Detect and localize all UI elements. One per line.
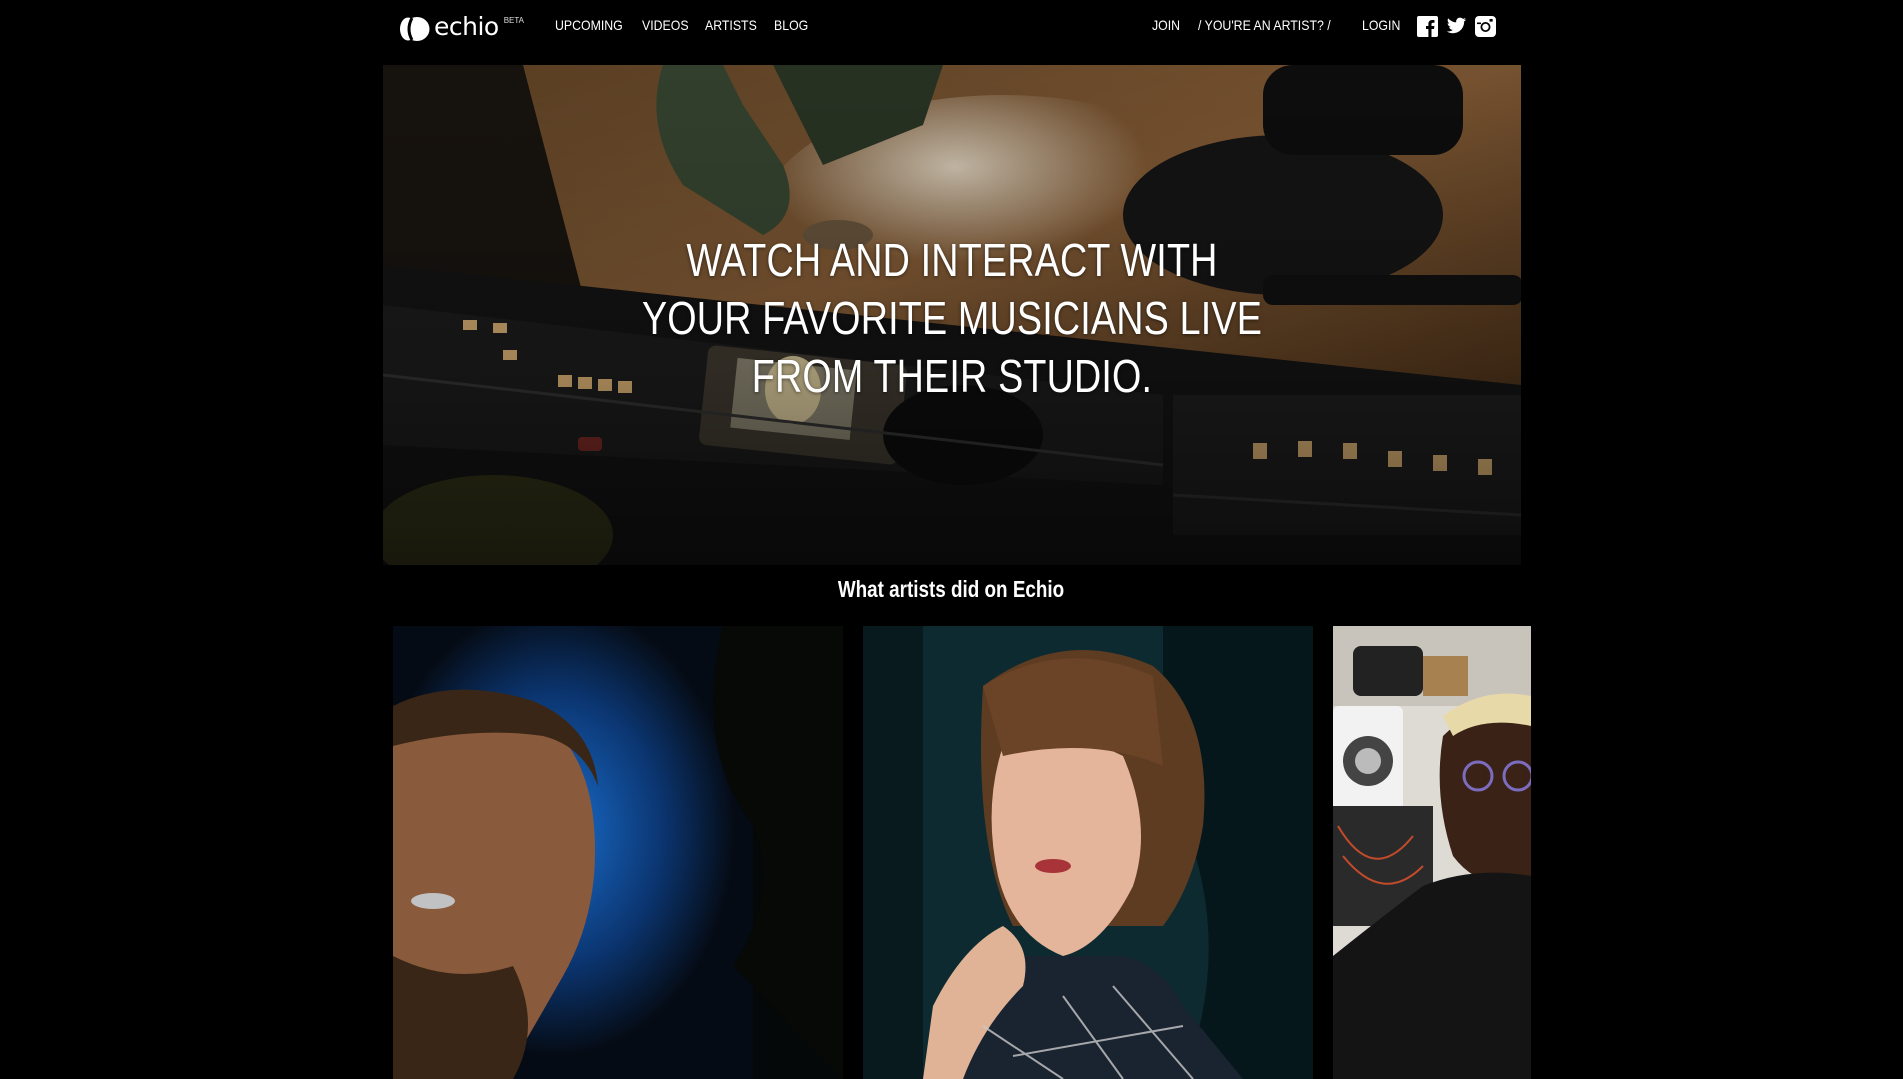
artist-card[interactable] (393, 626, 843, 1079)
nav-artists[interactable]: ARTISTS (705, 17, 757, 33)
artist-card[interactable] (863, 626, 1313, 1079)
artist-photo (863, 626, 1313, 1079)
artist-photo (1333, 626, 1531, 1079)
section-heading-text: What artists did on Echio (838, 576, 1065, 602)
logo-link[interactable]: echio BETA (399, 14, 524, 42)
instagram-icon[interactable] (1475, 16, 1496, 37)
beta-badge: BETA (503, 16, 525, 25)
join-link[interactable]: JOIN (1152, 17, 1180, 33)
main-menu: UPCOMING VIDEOS ARTISTS BLOG (555, 17, 808, 33)
page: echio BETA UPCOMING VIDEOS ARTISTS BLOG … (0, 0, 1903, 1079)
artist-card[interactable] (1333, 626, 1531, 1079)
facebook-icon[interactable] (1417, 16, 1438, 37)
login-link[interactable]: LOGIN (1362, 17, 1400, 33)
artist-photo (393, 626, 843, 1079)
echio-logo-icon (400, 17, 430, 41)
nav-videos[interactable]: VIDEOS (642, 17, 689, 33)
top-nav: echio BETA UPCOMING VIDEOS ARTISTS BLOG … (383, 0, 1521, 65)
hero-headline: WATCH AND INTERACT WITH YOUR FAVORITE MU… (383, 231, 1521, 405)
section-heading: What artists did on Echio (0, 576, 1903, 603)
hero-headline-text: WATCH AND INTERACT WITH YOUR FAVORITE MU… (641, 234, 1263, 402)
artist-carousel (393, 626, 1531, 1079)
hero-banner: WATCH AND INTERACT WITH YOUR FAVORITE MU… (383, 65, 1521, 565)
artist-signup-link[interactable]: / YOU'RE AN ARTIST? / (1198, 17, 1331, 33)
logo-text: echio (434, 12, 499, 41)
nav-upcoming[interactable]: UPCOMING (555, 17, 623, 33)
social-links (1417, 16, 1496, 37)
account-menu: JOIN / YOU'RE AN ARTIST? / LOGIN (1152, 17, 1406, 33)
nav-blog[interactable]: BLOG (774, 17, 808, 33)
twitter-icon[interactable] (1446, 16, 1467, 37)
